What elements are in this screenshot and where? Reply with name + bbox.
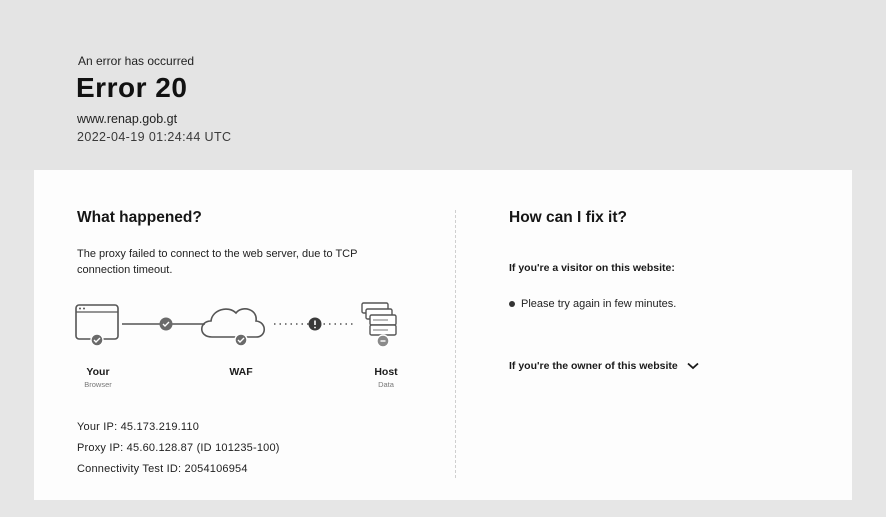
visitor-tip-text: Please try again in few minutes. [521, 298, 677, 310]
host-node-label: Host [374, 366, 398, 378]
bullet-icon [509, 301, 515, 308]
server-icon [361, 302, 397, 336]
waf-status-check-icon [234, 333, 248, 347]
host-node-sublabel: Data [378, 380, 394, 389]
proxy-ip: Proxy IP: 45.60.128.87 (ID 101235-100) [77, 442, 280, 454]
link-error-icon [308, 317, 322, 331]
waf-node-label: WAF [229, 366, 253, 378]
your-ip: Your IP: 45.173.219.110 [77, 421, 200, 433]
browser-node-sublabel: Browser [84, 380, 112, 389]
connection-diagram [75, 302, 397, 348]
browser-node-label: Your [86, 366, 110, 378]
owner-heading: If you're the owner of this website [509, 360, 678, 372]
cloud-icon [200, 308, 266, 338]
what-happened-description: The proxy failed to connect to the web s… [77, 248, 358, 276]
what-happened-heading: What happened? [77, 209, 202, 226]
visitor-heading: If you're a visitor on this website: [509, 262, 675, 274]
error-host: www.renap.gob.gt [77, 112, 178, 126]
error-title: Error 20 [76, 72, 188, 103]
error-pretitle: An error has occurred [78, 54, 195, 68]
owner-section-toggle[interactable]: If you're the owner of this website [509, 360, 700, 372]
host-status-icon [376, 334, 390, 348]
connectivity-test-id: Connectivity Test ID: 2054106954 [77, 463, 248, 475]
column-divider [455, 210, 456, 478]
how-to-fix-heading: How can I fix it? [509, 209, 627, 226]
visitor-tip: Please try again in few minutes. [509, 298, 676, 310]
chevron-down-icon [687, 362, 699, 370]
link-ok-check-icon [159, 317, 173, 331]
browser-status-check-icon [90, 333, 104, 347]
error-timestamp: 2022-04-19 01:24:44 UTC [77, 130, 232, 144]
